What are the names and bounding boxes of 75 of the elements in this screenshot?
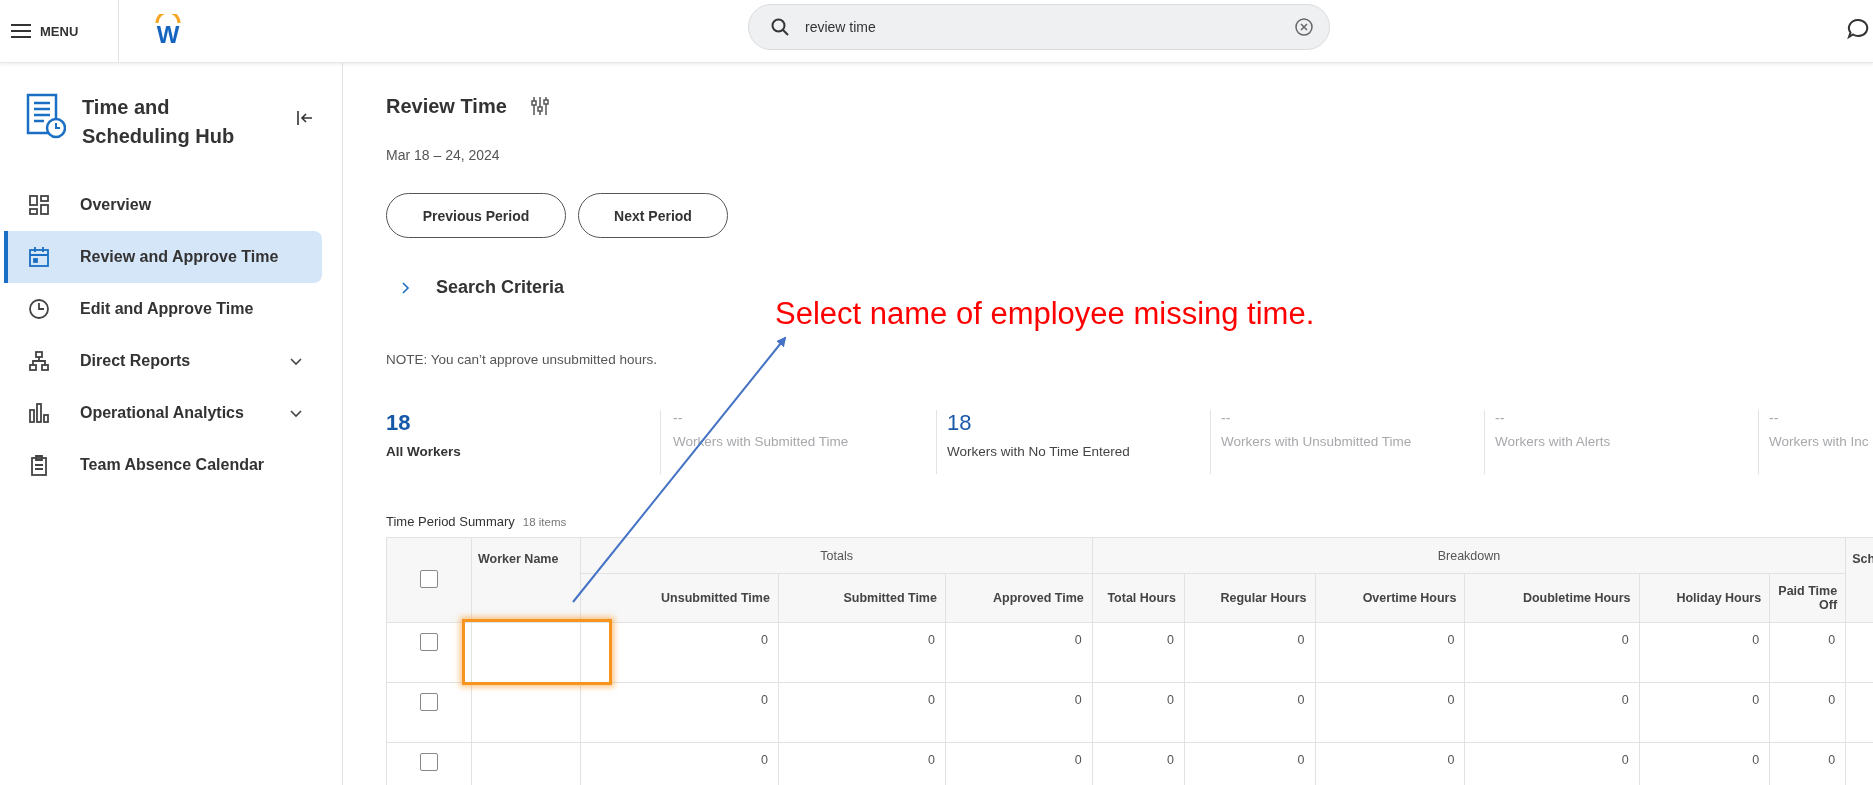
table-cell: 0: [1447, 693, 1455, 707]
next-period-button[interactable]: Next Period: [578, 193, 728, 238]
table-cell: 0: [1074, 633, 1082, 647]
date-range: Mar 18 – 24, 2024: [386, 147, 501, 163]
row-checkbox[interactable]: [420, 633, 438, 651]
table-cell: 0: [1447, 753, 1455, 767]
metric-label[interactable]: Workers with No Time Entered: [947, 444, 1130, 459]
table-cell: 0: [1167, 753, 1174, 767]
row-checkbox[interactable]: [420, 753, 438, 771]
search-icon: [770, 17, 790, 37]
clock-icon: [28, 298, 50, 320]
chat-icon[interactable]: [1847, 18, 1869, 40]
table-cell: 0: [760, 633, 768, 647]
table-cell: 0: [1621, 693, 1629, 707]
nav-item[interactable]: Team Absence Calendar: [4, 439, 322, 491]
table-cell: 0: [928, 693, 935, 707]
menu-icon: [10, 23, 32, 39]
table-cell: 0: [1074, 693, 1082, 707]
calendar-icon: [28, 246, 50, 268]
table-cell: 0: [1297, 693, 1305, 707]
metric-value: --: [1495, 410, 1506, 426]
row-checkbox[interactable]: [420, 693, 438, 711]
table-cell: 0: [1167, 693, 1174, 707]
filter-icon[interactable]: [530, 96, 549, 116]
table-cell: 0: [760, 753, 768, 767]
table-cell: 0: [1621, 753, 1629, 767]
metric-value: --: [673, 410, 684, 426]
nav-item[interactable]: Overview: [4, 179, 322, 231]
logo[interactable]: W: [155, 13, 181, 49]
table-cell: 0: [1752, 633, 1760, 647]
metric-label[interactable]: All Workers: [386, 444, 461, 459]
table-cell: 0: [1167, 633, 1174, 647]
table-cell: 0: [1297, 753, 1305, 767]
table-cell: 0: [1297, 633, 1305, 647]
hierarchy-icon: [28, 350, 50, 372]
table-cell: 0: [1828, 633, 1836, 647]
metric-value: --: [1221, 410, 1232, 426]
search-field[interactable]: review time: [748, 4, 1330, 50]
column-group-header: Breakdown: [1437, 548, 1501, 563]
bar-chart-icon: [28, 402, 50, 424]
metric-value: 18: [386, 410, 412, 436]
metric-value: --: [1769, 410, 1780, 426]
search-criteria-toggle[interactable]: Search Criteria: [386, 277, 565, 298]
nav-item[interactable]: Edit and Approve Time: [4, 283, 322, 335]
nav-item[interactable]: Direct Reports: [4, 335, 322, 387]
table-cell: 0: [1621, 633, 1629, 647]
menu-button[interactable]: MENU: [0, 23, 79, 39]
table-cell: 0: [1074, 753, 1082, 767]
page-title: Review Time: [386, 94, 507, 118]
previous-period-button[interactable]: Previous Period: [386, 193, 566, 238]
table-cell: 0: [760, 693, 768, 707]
column-group-header: Totals: [820, 548, 853, 563]
hub-title: Time and Scheduling Hub: [82, 95, 236, 149]
clipboard-icon: [28, 454, 50, 476]
table-cell: 0: [1447, 633, 1455, 647]
item-count: 18 items: [522, 516, 567, 528]
nav-item[interactable]: Operational Analytics: [4, 387, 322, 439]
table-cell: 0: [1828, 753, 1836, 767]
select-all-checkbox[interactable]: [420, 570, 438, 588]
table-cell: 0: [1752, 753, 1760, 767]
logo-arc-icon: [155, 13, 181, 24]
metric-value: 18: [947, 410, 973, 436]
nav-item[interactable]: Review and Approve Time: [4, 231, 322, 283]
clear-icon[interactable]: [1294, 17, 1314, 37]
column-header[interactable]: Worker Name: [478, 552, 559, 566]
document-clock-icon: [26, 93, 66, 139]
table-cell: 0: [1752, 693, 1760, 707]
table-cell: 0: [1828, 693, 1836, 707]
annotation-text: Select name of employee missing time.: [775, 296, 1315, 332]
collapse-icon[interactable]: [296, 109, 314, 127]
table-cell: 0: [928, 633, 935, 647]
grid-icon: [28, 194, 50, 216]
table-title: Time Period Summary: [386, 514, 515, 529]
note-text: NOTE: You can’t approve unsubmitted hours.: [386, 352, 658, 367]
table-cell: 0: [928, 753, 935, 767]
